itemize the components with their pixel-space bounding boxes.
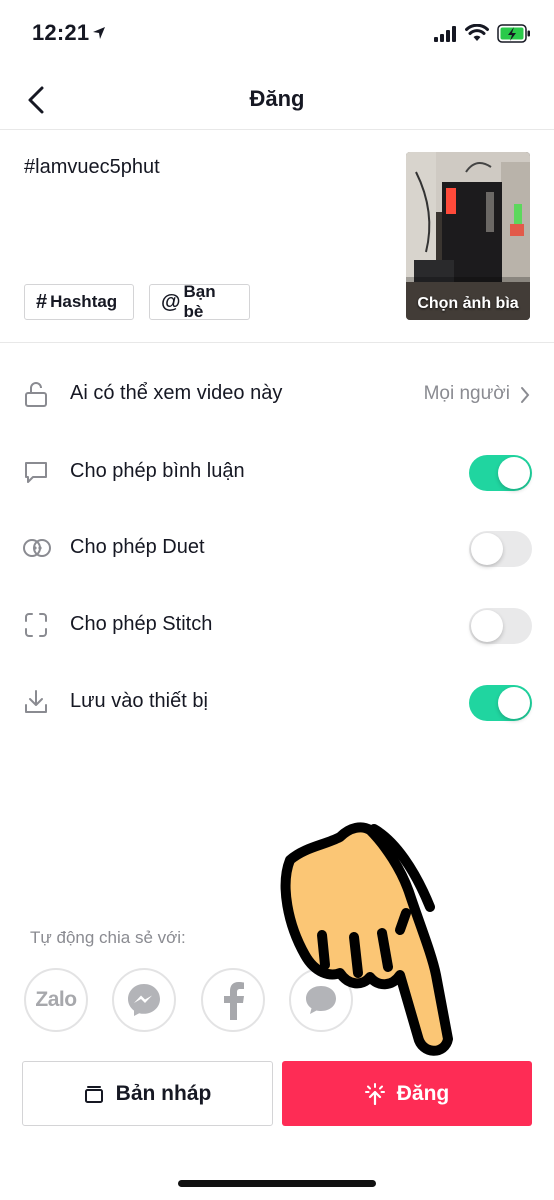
hashtag-label: Hashtag xyxy=(50,292,118,311)
signal-icon xyxy=(434,26,458,47)
stitch-row: Cho phép Stitch xyxy=(0,595,554,655)
wifi-icon xyxy=(465,23,489,47)
hashtag-button[interactable]: # Hashtag xyxy=(24,284,134,320)
home-indicator xyxy=(178,1180,376,1187)
caption-input[interactable]: #lamvuec5phut xyxy=(24,156,160,179)
share-facebook-button[interactable] xyxy=(201,968,265,1032)
duet-toggle[interactable] xyxy=(469,531,532,567)
post-icon xyxy=(364,1082,385,1105)
stitch-icon xyxy=(22,611,50,639)
at-icon: @ xyxy=(161,290,181,313)
select-cover-label: Chọn ảnh bìa xyxy=(417,295,519,312)
duet-row: Cho phép Duet xyxy=(0,518,554,578)
auto-share-label: Tự động chia sẻ với: xyxy=(30,928,186,947)
save-device-label: Lưu vào thiết bị xyxy=(70,690,208,712)
duet-icon xyxy=(22,534,51,562)
mention-label: Bạn bè xyxy=(183,282,216,321)
lock-icon xyxy=(22,380,50,408)
draft-icon xyxy=(84,1084,104,1104)
zalo-icon: Zalo xyxy=(35,988,77,1011)
pointing-hand-icon xyxy=(280,822,453,1056)
share-zalo-button[interactable]: Zalo xyxy=(24,968,88,1032)
privacy-row[interactable]: Ai có thể xem video này Mọi người xyxy=(0,364,554,424)
stitch-toggle[interactable] xyxy=(469,608,532,644)
mention-friends-button[interactable]: @ Bạn bè xyxy=(149,282,250,321)
comment-icon xyxy=(22,458,50,486)
chevron-right-icon xyxy=(520,386,530,409)
download-icon xyxy=(22,688,50,716)
comments-label: Cho phép bình luận xyxy=(70,460,245,482)
save-device-toggle[interactable] xyxy=(469,685,532,721)
stitch-label: Cho phép Stitch xyxy=(70,613,213,635)
duet-label: Cho phép Duet xyxy=(70,536,205,558)
status-bar: 12:21 xyxy=(0,0,554,70)
post-label: Đăng xyxy=(396,1081,450,1105)
privacy-label: Ai có thể xem video này xyxy=(70,382,283,404)
save-device-row: Lưu vào thiết bị xyxy=(0,672,554,732)
battery-charging-icon xyxy=(497,24,531,49)
cover-thumbnail[interactable]: Chọn ảnh bìa xyxy=(406,152,530,320)
location-arrow-icon xyxy=(92,26,106,45)
hash-icon: # xyxy=(36,290,48,313)
draft-label: Bản nháp xyxy=(115,1081,212,1105)
header: Đăng xyxy=(0,70,554,130)
messenger-icon xyxy=(128,984,160,1016)
comments-row: Cho phép bình luận xyxy=(0,442,554,502)
page-title: Đăng xyxy=(249,86,305,111)
share-messenger-button[interactable] xyxy=(112,968,176,1032)
status-time: 12:21 xyxy=(32,20,90,45)
draft-button[interactable]: Bản nháp xyxy=(22,1061,273,1126)
privacy-value: Mọi người xyxy=(423,383,510,404)
comments-toggle[interactable] xyxy=(469,455,532,491)
facebook-icon xyxy=(224,982,244,1020)
divider xyxy=(0,342,554,343)
